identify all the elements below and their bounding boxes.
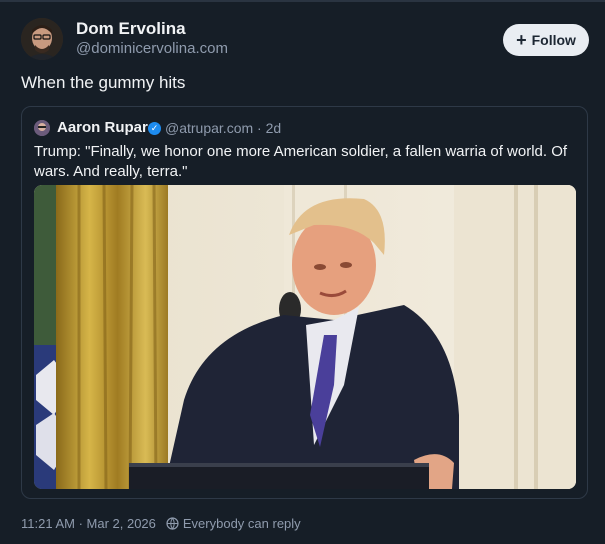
quoted-author-handle[interactable]: @atrupar.com · 2d — [165, 120, 281, 136]
quoted-author-avatar[interactable] — [34, 120, 50, 136]
quoted-post[interactable]: Aaron Rupar ✓ @atrupar.com · 2d Trump: "… — [21, 106, 588, 499]
author-handle[interactable]: @dominicervolina.com — [76, 40, 228, 57]
post-text: When the gummy hits — [21, 73, 186, 92]
globe-icon — [166, 517, 179, 530]
author-avatar[interactable] — [21, 18, 63, 60]
follow-button[interactable]: + Follow — [503, 24, 589, 56]
post-meta: 11:21 AM · Mar 2, 2026 Everybody can rep… — [21, 516, 301, 531]
verified-check-icon: ✓ — [148, 122, 161, 135]
quoted-post-text: Trump: "Finally, we honor one more Ameri… — [34, 143, 568, 180]
post-card: Dom Ervolina @dominicervolina.com + Foll… — [0, 0, 605, 544]
author-name[interactable]: Dom Ervolina — [76, 19, 186, 39]
plus-icon: + — [516, 30, 527, 50]
follow-label: Follow — [531, 32, 576, 48]
video-thumbnail[interactable] — [34, 185, 576, 489]
reply-setting[interactable]: Everybody can reply — [183, 516, 301, 531]
post-timestamp[interactable]: 11:21 AM · Mar 2, 2026 — [21, 516, 156, 531]
quoted-author-name[interactable]: Aaron Rupar — [57, 119, 148, 136]
